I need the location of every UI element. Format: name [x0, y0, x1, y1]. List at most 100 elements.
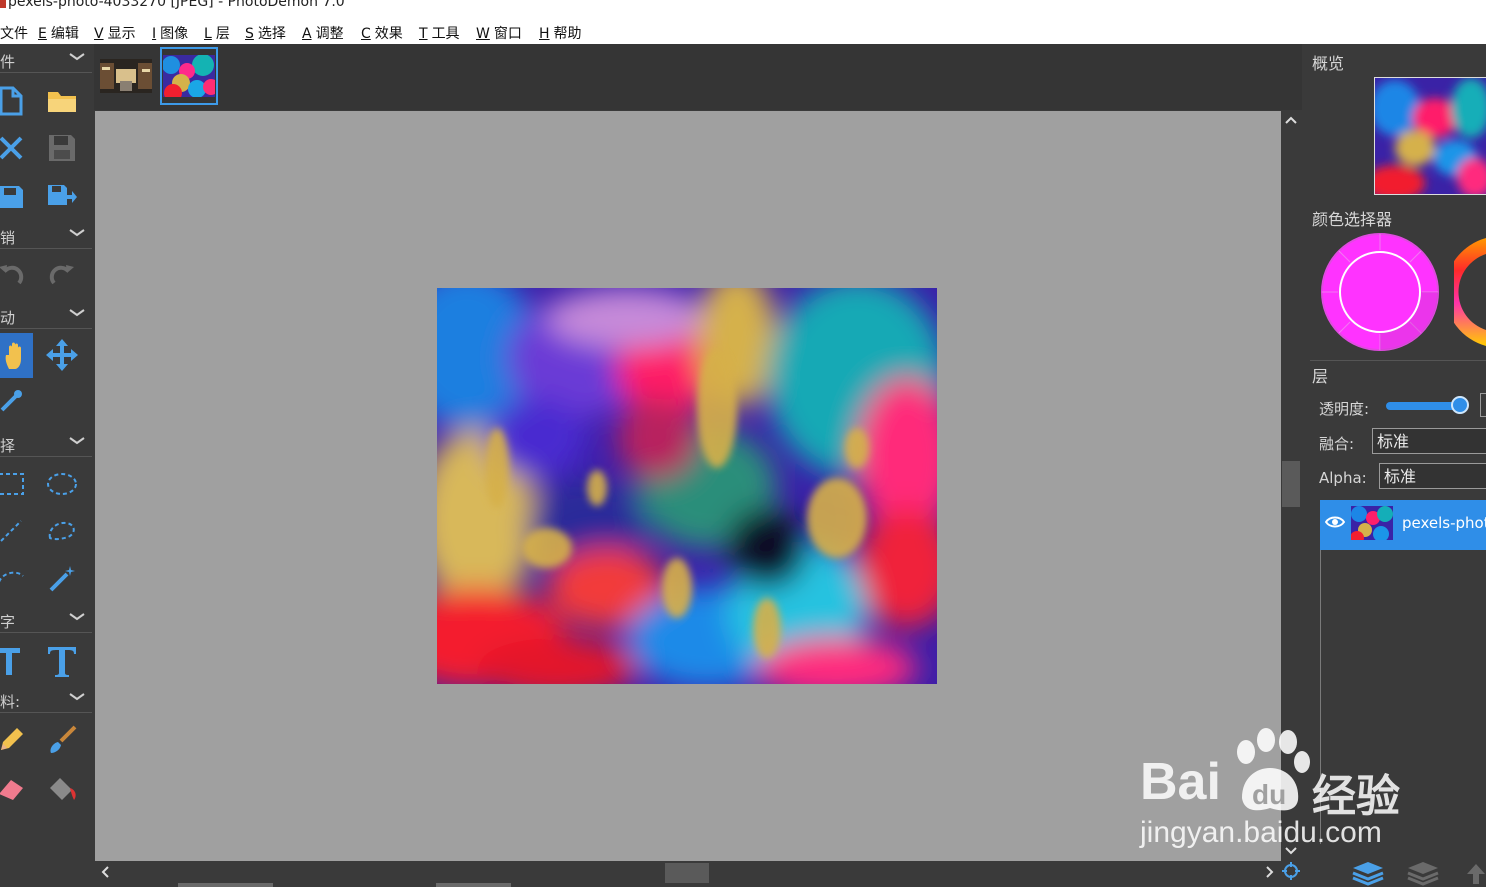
new-file-tool[interactable]: [0, 84, 28, 118]
section-paint-label: 料:: [0, 693, 21, 711]
watermark-jingyan: 经验: [1312, 771, 1400, 822]
toolbox-section-file[interactable]: 件: [0, 46, 92, 73]
scroll-right-icon[interactable]: [1266, 866, 1274, 878]
vertical-scroll-thumb[interactable]: [1282, 461, 1300, 507]
hue-wheel[interactable]: [1454, 234, 1486, 350]
menu-help-key: H: [539, 26, 550, 42]
move-tool[interactable]: [45, 338, 79, 372]
menu-window[interactable]: W 窗口: [476, 23, 522, 43]
polygon-select-tool[interactable]: [0, 562, 28, 596]
lasso-icon: [48, 521, 75, 541]
color-picker-tool[interactable]: [0, 384, 28, 418]
typography-tool[interactable]: [45, 644, 79, 678]
fill-tool[interactable]: [45, 772, 79, 806]
menu-help[interactable]: H 帮助: [539, 23, 582, 43]
pencil-tool[interactable]: [0, 723, 28, 757]
open-file-tool[interactable]: [45, 84, 79, 118]
toolbox-section-move[interactable]: 动: [0, 302, 92, 329]
horizontal-scroll-thumb[interactable]: [665, 863, 709, 883]
menu-adjust-label: 调整: [315, 26, 344, 42]
menu-edit[interactable]: E 编辑: [38, 23, 79, 43]
eraser-tool[interactable]: [0, 772, 28, 806]
opacity-slider-handle[interactable]: [1451, 396, 1469, 414]
paint-bucket-icon: [50, 778, 76, 800]
paintbrush-tool[interactable]: [45, 723, 79, 757]
redo-tool[interactable]: [45, 259, 79, 293]
close-file-tool[interactable]: [0, 131, 28, 165]
image-tabstrip: [94, 44, 1302, 110]
image-tab-1[interactable]: [97, 47, 155, 105]
move-layer-up-icon[interactable]: [1465, 862, 1486, 886]
rect-select-tool[interactable]: [0, 467, 28, 501]
export-tool[interactable]: [45, 178, 79, 212]
panel-divider: [1310, 360, 1486, 361]
scroll-up-icon[interactable]: [1285, 116, 1297, 124]
menu-file[interactable]: 文件: [0, 23, 28, 43]
hand-tool[interactable]: [0, 333, 33, 378]
primary-color-wheel[interactable]: [1320, 232, 1440, 352]
layers-stack-icon[interactable]: [1406, 860, 1440, 886]
menu-view[interactable]: V 显示: [94, 23, 136, 43]
menu-layer-label: 层: [215, 26, 230, 42]
blend-label: 融合:: [1319, 435, 1355, 453]
opacity-slider[interactable]: [1386, 396, 1469, 414]
menu-tools-label: 工具: [431, 26, 460, 42]
ellipse-select-tool[interactable]: [45, 467, 79, 501]
toolbox-section-undo[interactable]: 销: [0, 222, 92, 249]
overview-thumbnail[interactable]: [1374, 77, 1486, 195]
blend-mode-select[interactable]: 标准: [1372, 428, 1486, 454]
status-units-field[interactable]: [436, 883, 511, 887]
menu-window-key: W: [476, 26, 490, 42]
image-canvas[interactable]: [437, 288, 937, 684]
magic-wand-icon: [49, 566, 75, 592]
save-tool[interactable]: [45, 131, 79, 165]
center-view-icon[interactable]: [1282, 862, 1300, 880]
layer-toolbar: [1320, 844, 1486, 887]
eraser-icon: [0, 780, 23, 800]
toolbox-section-select[interactable]: 择: [0, 430, 92, 457]
toolbox: 件 销 动 择 字 料:: [0, 44, 94, 887]
menu-adjust[interactable]: A 调整: [302, 23, 344, 43]
menu-select-label: 选择: [257, 26, 286, 42]
toolbox-section-paint[interactable]: 料:: [0, 686, 92, 713]
paintbrush-icon: [50, 725, 77, 753]
menu-image-key: I: [152, 26, 157, 42]
status-zoom-field[interactable]: [178, 883, 273, 887]
watermark-brand: Bai: [1140, 753, 1221, 811]
basic-text-tool[interactable]: [0, 644, 26, 678]
move-icon: [46, 339, 78, 371]
toolbox-section-text[interactable]: 字: [0, 606, 92, 633]
section-move-label: 动: [0, 309, 16, 327]
scroll-left-icon[interactable]: [101, 866, 109, 878]
menu-image-label: 图像: [160, 26, 189, 42]
menu-file-label: 文件: [0, 26, 28, 42]
magic-wand-tool[interactable]: [45, 562, 79, 596]
image-tab-2[interactable]: [160, 47, 218, 105]
layer-row[interactable]: pexels-photo: [1320, 500, 1486, 550]
layer-thumbnail: [1351, 506, 1393, 540]
save-as-icon: [0, 186, 23, 208]
lasso-select-tool[interactable]: [45, 514, 79, 548]
menu-image[interactable]: I 图像: [152, 23, 188, 43]
chevron-down-icon: [69, 229, 85, 237]
add-layer-icon[interactable]: [1351, 860, 1385, 886]
undo-icon: [0, 265, 24, 285]
redo-icon: [49, 265, 74, 285]
color-picker-title: 颜色选择器: [1312, 210, 1393, 229]
save-as-tool[interactable]: [0, 178, 28, 212]
menu-adjust-key: A: [302, 26, 312, 42]
eye-icon[interactable]: [1325, 515, 1345, 529]
menu-select[interactable]: S 选择: [245, 23, 286, 43]
menu-tools[interactable]: T 工具: [419, 23, 460, 43]
menu-layer[interactable]: L层: [204, 23, 230, 43]
hand-icon: [5, 342, 21, 369]
menu-effects[interactable]: C 效果: [361, 23, 403, 43]
line-select-tool[interactable]: [0, 514, 28, 548]
menu-edit-key: E: [38, 26, 47, 42]
chevron-down-icon: [69, 53, 85, 61]
export-icon: [48, 185, 77, 205]
alpha-mode-select[interactable]: 标准: [1379, 463, 1486, 489]
undo-tool[interactable]: [0, 259, 28, 293]
opacity-value-field[interactable]: [1480, 393, 1486, 417]
text-icon: [0, 648, 20, 675]
